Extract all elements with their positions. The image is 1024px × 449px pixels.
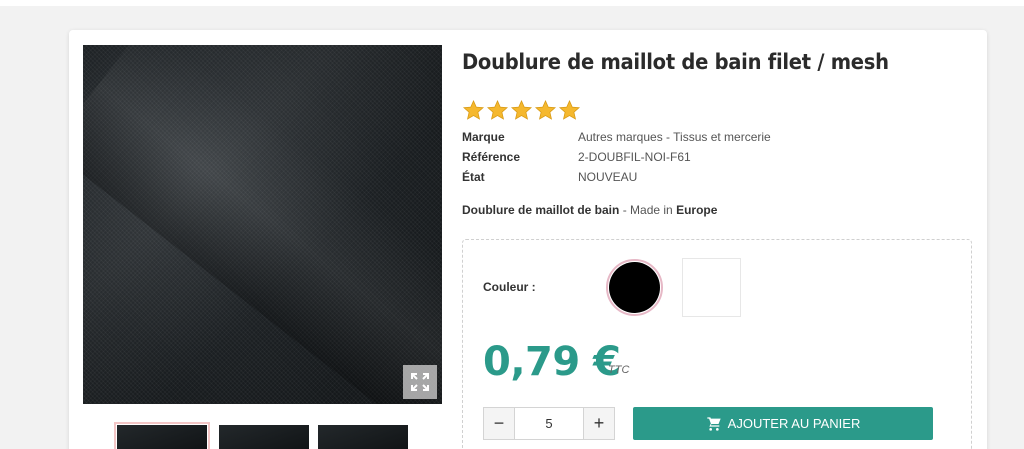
- desc-plain-part: - Made in: [619, 203, 677, 217]
- quantity-stepper: − +: [483, 407, 615, 440]
- fact-label: Référence: [462, 150, 521, 164]
- tax-label: TTC: [608, 364, 630, 376]
- fabric-fold-shading: [83, 45, 442, 404]
- add-to-cart-button[interactable]: AJOUTER AU PANIER: [633, 407, 933, 440]
- color-swatch-black[interactable]: [606, 259, 663, 316]
- top-bar: [0, 0, 1024, 6]
- star-icon: [534, 99, 557, 120]
- short-description: Doublure de maillot de bain - Made in Eu…: [462, 203, 717, 217]
- fact-row-condition: État NOUVEAU: [462, 167, 771, 187]
- star-icon: [558, 99, 581, 120]
- star-icon: [486, 99, 509, 120]
- thumbnail-3[interactable]: [318, 425, 408, 449]
- thumbnail-1[interactable]: [114, 422, 210, 449]
- color-swatch-white[interactable]: [682, 258, 741, 317]
- product-facts: Marque Autres marques - Tissus et mercer…: [462, 127, 771, 187]
- fact-value: 2-DOUBFIL-NOI-F61: [578, 150, 691, 164]
- desc-bold-part: Doublure de maillot de bain: [462, 203, 620, 217]
- product-main-image[interactable]: [83, 45, 442, 404]
- fact-label: État: [462, 170, 485, 184]
- fact-label: Marque: [462, 130, 505, 144]
- quantity-decrease-button[interactable]: −: [484, 408, 515, 439]
- color-label: Couleur :: [483, 280, 536, 294]
- cart-icon: [706, 416, 721, 431]
- desc-origin: Europe: [676, 203, 718, 217]
- product-title: Doublure de maillot de bain filet / mesh: [462, 50, 889, 74]
- rating-stars: [462, 99, 581, 122]
- swatch-fill: [609, 262, 660, 313]
- quantity-increase-button[interactable]: +: [583, 408, 614, 439]
- fact-row-brand: Marque Autres marques - Tissus et mercer…: [462, 127, 771, 147]
- thumbnail-2[interactable]: [219, 425, 309, 449]
- product-price: 0,79 €: [483, 339, 621, 385]
- quantity-input[interactable]: [515, 408, 583, 439]
- fact-value: NOUVEAU: [578, 170, 638, 184]
- add-to-cart-label: AJOUTER AU PANIER: [727, 416, 861, 431]
- expand-icon: [411, 373, 429, 391]
- zoom-button[interactable]: [403, 365, 437, 399]
- star-icon: [462, 99, 485, 120]
- star-icon: [510, 99, 533, 120]
- fact-row-reference: Référence 2-DOUBFIL-NOI-F61: [462, 147, 771, 167]
- fact-value[interactable]: Autres marques - Tissus et mercerie: [578, 130, 771, 144]
